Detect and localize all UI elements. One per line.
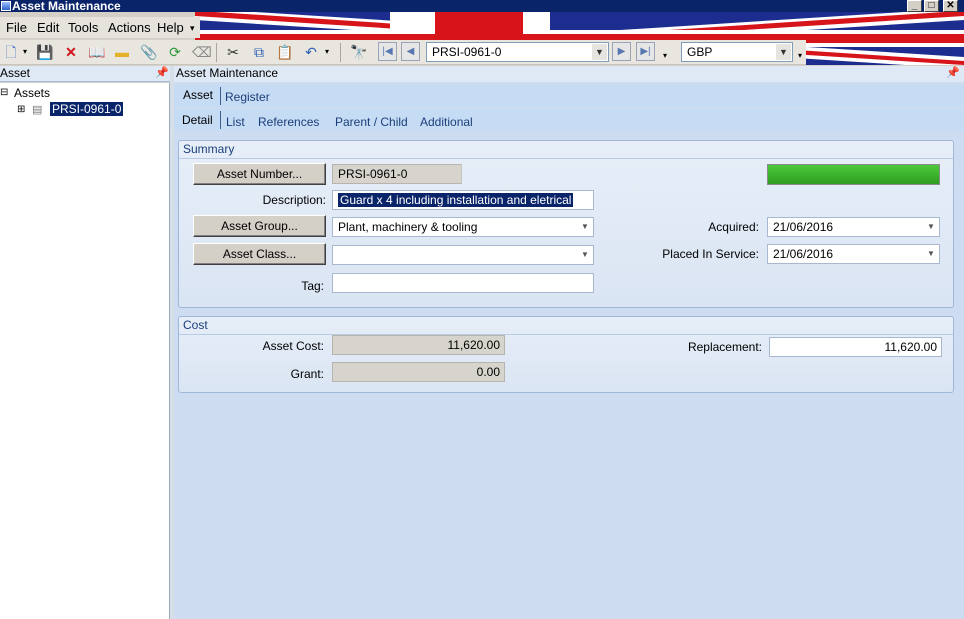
tag-field[interactable]: [332, 273, 594, 293]
toolbar: 🗋 ▾ 💾 ✕ 📖 ▬ 📎 ⟳ ⌫ ✂ ⧉ 📋 ↶ ▾ 🔭 |◀ ◀ PRSI-…: [0, 40, 806, 65]
tab-divider: [220, 87, 221, 105]
chevron-down-icon[interactable]: ▼: [925, 219, 937, 235]
acquired-date-picker[interactable]: 21/06/2016 ▼: [767, 217, 940, 237]
undo-icon[interactable]: ↶: [302, 43, 320, 61]
menu-tools[interactable]: Tools: [68, 20, 98, 35]
group-divider: [179, 334, 953, 335]
asset-tree: ⊟ Assets ⊞ ▤ PRSI-0961-0: [0, 83, 170, 619]
tab-references[interactable]: References: [258, 115, 319, 129]
asset-class-select[interactable]: ▼: [332, 245, 594, 265]
minimize-button[interactable]: _: [907, 0, 922, 12]
pin-icon[interactable]: 📌: [155, 66, 169, 81]
right-panel-title: Asset Maintenance: [176, 66, 279, 80]
tab-parent-child[interactable]: Parent / Child: [335, 115, 408, 129]
toolbar-separator: [216, 43, 217, 62]
nav-dropdown-icon[interactable]: ▾: [660, 47, 670, 65]
asset-group-value: Plant, machinery & tooling: [338, 220, 478, 234]
find-icon[interactable]: 🔭: [350, 43, 368, 61]
placed-in-service-date-picker[interactable]: 21/06/2016 ▼: [767, 244, 940, 264]
asset-group-select[interactable]: Plant, machinery & tooling ▼: [332, 217, 594, 237]
asset-node-icon: ▤: [32, 104, 43, 116]
grant-field: 0.00: [332, 362, 505, 382]
delete-icon[interactable]: ✕: [62, 43, 80, 61]
tag-label: Tag:: [301, 279, 324, 293]
left-panel-header: Asset 📌: [0, 66, 170, 82]
grant-label: Grant:: [290, 367, 324, 381]
undo-dropdown-icon[interactable]: ▾: [322, 43, 332, 61]
menu-overflow-icon[interactable]: ▾: [190, 23, 195, 34]
last-record-button[interactable]: ▶|: [636, 42, 655, 61]
menu-bar: File Edit Tools Actions Help ▾: [0, 17, 200, 38]
attach-icon[interactable]: 📎: [140, 43, 158, 61]
status-indicator: [767, 164, 940, 185]
description-field[interactable]: Guard x 4 including installation and ele…: [332, 190, 594, 210]
chevron-down-icon[interactable]: ▼: [579, 247, 591, 263]
currency-selector-value: GBP: [687, 45, 713, 59]
record-selector[interactable]: PRSI-0961-0 ▼: [426, 42, 609, 62]
acquired-value: 21/06/2016: [773, 220, 834, 234]
next-record-button[interactable]: ▶: [612, 42, 631, 61]
tab-additional[interactable]: Additional: [420, 115, 473, 129]
chevron-down-icon[interactable]: ▼: [925, 246, 937, 262]
tab-register[interactable]: Register: [225, 90, 270, 104]
right-panel-header: Asset Maintenance 📌: [174, 66, 964, 82]
summary-title: Summary: [183, 142, 235, 156]
replacement-label: Replacement:: [687, 340, 762, 354]
expand-icon[interactable]: ⊞: [17, 104, 25, 115]
new-icon[interactable]: 🗋: [2, 43, 20, 61]
tree-node-asset[interactable]: PRSI-0961-0: [50, 102, 124, 116]
placed-in-service-value: 21/06/2016: [773, 247, 834, 261]
asset-group-button[interactable]: Asset Group...: [193, 215, 326, 237]
folder-icon[interactable]: ▬: [113, 43, 131, 61]
eraser-icon[interactable]: ⌫: [192, 43, 212, 61]
currency-dropdown-icon[interactable]: ▾: [795, 47, 805, 65]
close-window-button[interactable]: ✕: [943, 0, 958, 12]
chevron-down-icon[interactable]: ▼: [592, 44, 607, 60]
copy-icon[interactable]: ⧉: [250, 43, 268, 61]
first-record-button[interactable]: |◀: [378, 42, 397, 61]
tree-root-label[interactable]: Assets: [14, 86, 50, 100]
new-dropdown-icon[interactable]: ▾: [20, 43, 30, 61]
previous-record-button[interactable]: ◀: [401, 42, 420, 61]
tab-detail[interactable]: Detail: [182, 113, 213, 127]
cost-title: Cost: [183, 318, 208, 332]
asset-class-button[interactable]: Asset Class...: [193, 243, 326, 265]
group-divider: [179, 158, 953, 159]
cut-icon[interactable]: ✂: [224, 43, 242, 61]
replacement-field[interactable]: 11,620.00: [769, 337, 942, 357]
refresh-icon[interactable]: ⟳: [166, 43, 184, 61]
toolbar-separator: [340, 43, 341, 62]
tab-list[interactable]: List: [226, 115, 245, 129]
chevron-down-icon[interactable]: ▼: [579, 219, 591, 235]
asset-number-button[interactable]: Asset Number...: [193, 163, 326, 185]
left-panel-title: Asset: [0, 66, 31, 80]
tab-divider: [220, 111, 221, 129]
book-icon[interactable]: 📖: [88, 43, 106, 61]
collapse-icon[interactable]: ⊟: [0, 87, 8, 98]
record-selector-value: PRSI-0961-0: [432, 45, 502, 59]
top-tab-row: Asset Register: [174, 85, 964, 107]
pin-icon[interactable]: 📌: [946, 66, 960, 81]
menu-help[interactable]: Help: [157, 20, 184, 35]
currency-selector[interactable]: GBP ▼: [681, 42, 793, 62]
asset-cost-field: 11,620.00: [332, 335, 505, 355]
save-icon[interactable]: 💾: [36, 43, 54, 61]
description-value: Guard x 4 including installation and ele…: [338, 193, 574, 207]
maximize-button[interactable]: □: [924, 0, 939, 12]
acquired-label: Acquired:: [708, 220, 759, 234]
asset-cost-label: Asset Cost:: [262, 339, 324, 353]
chevron-down-icon[interactable]: ▼: [776, 44, 791, 60]
placed-in-service-label: Placed In Service:: [662, 247, 759, 261]
menu-actions[interactable]: Actions: [108, 20, 151, 35]
paste-icon[interactable]: 📋: [276, 43, 294, 61]
menu-edit[interactable]: Edit: [37, 20, 59, 35]
tab-asset[interactable]: Asset: [183, 88, 213, 102]
app-icon: [1, 1, 11, 11]
window-title: Asset Maintenance: [12, 0, 121, 13]
description-label: Description:: [262, 193, 326, 207]
asset-number-field: PRSI-0961-0: [332, 164, 462, 184]
title-bar: Asset Maintenance _ □ ✕: [0, 0, 964, 12]
menu-file[interactable]: File: [6, 20, 27, 35]
sub-tab-row: Detail List References Parent / Child Ad…: [174, 109, 964, 131]
